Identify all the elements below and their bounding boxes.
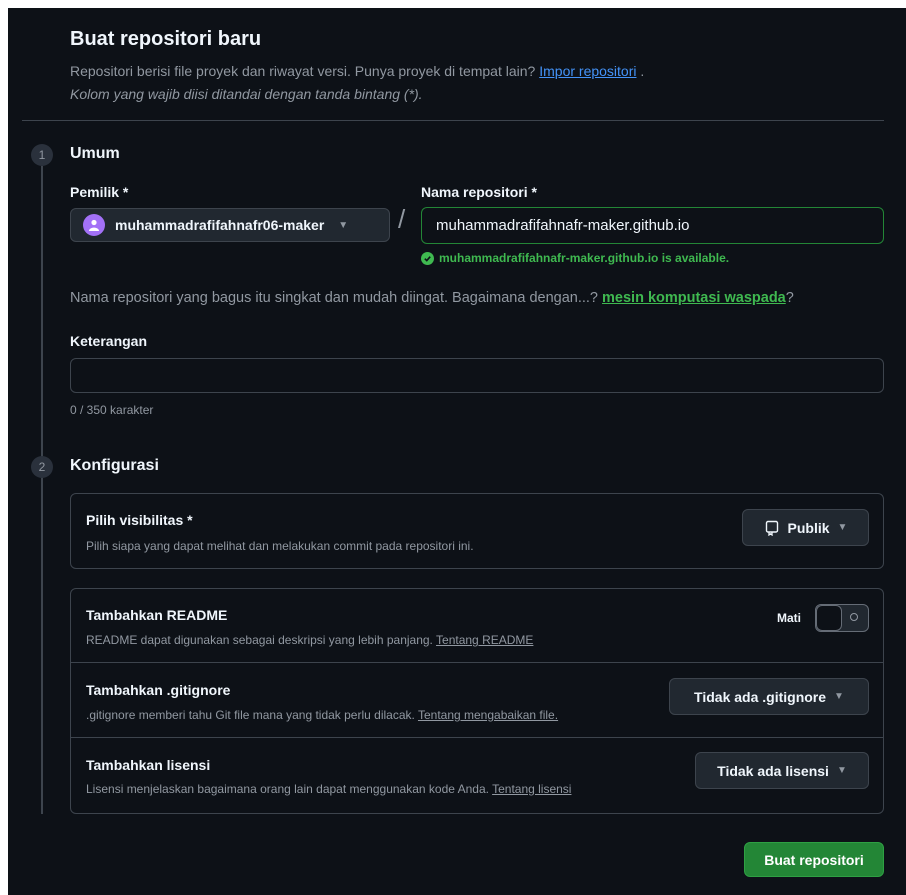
section-title-general: Umum: [70, 145, 120, 162]
row-divider: [71, 662, 883, 663]
repo-icon: [765, 520, 778, 536]
license-selected: Tidak ada lisensi: [717, 762, 829, 779]
owner-avatar: [83, 214, 105, 236]
gitignore-selected: Tidak ada .gitignore: [694, 688, 827, 705]
repo-name-value: muhammadrafifahnafr-maker.github.io: [436, 217, 690, 234]
chevron-down-icon: ▼: [837, 522, 848, 533]
header-divider: [22, 120, 884, 121]
check-circle-icon: [421, 251, 434, 265]
readme-help-link[interactable]: Tentang README: [436, 633, 533, 647]
gitignore-title: Tambahkan .gitignore: [86, 682, 231, 698]
owner-select[interactable]: muhammadrafifahnafr06-maker ▼: [70, 208, 390, 242]
required-fields-note: Kolom yang wajib diisi ditandai dengan t…: [70, 86, 423, 102]
row-divider: [71, 737, 883, 738]
hint-text: Nama repositori yang bagus itu singkat d…: [70, 290, 598, 306]
page-title: Buat repositori baru: [70, 28, 262, 50]
gitignore-description: .gitignore memberi tahu Git file mana ya…: [86, 708, 558, 722]
page-subtitle: Repositori berisi file proyek dan riwaya…: [70, 63, 644, 79]
readme-title: Tambahkan README: [86, 607, 228, 623]
visibility-selected: Publik: [787, 519, 830, 536]
chevron-down-icon: ▼: [836, 765, 847, 776]
license-help-link[interactable]: Tentang lisensi: [492, 782, 571, 796]
description-label: Keterangan: [70, 333, 148, 349]
owner-repo-separator: /: [398, 204, 406, 234]
visibility-description: Pilih siapa yang dapat melihat dan melak…: [86, 539, 474, 553]
visibility-select[interactable]: Publik ▼: [742, 509, 869, 546]
availability-text: muhammadrafifahnafr-maker.github.io is a…: [439, 251, 730, 265]
license-select[interactable]: Tidak ada lisensi ▼: [695, 752, 869, 789]
step-number-2: 2: [31, 456, 53, 478]
readme-desc-text: README dapat digunakan sebagai deskripsi…: [86, 633, 433, 647]
subtitle-text: Repositori berisi file proyek dan riwaya…: [70, 63, 536, 79]
subtitle-end: .: [640, 63, 645, 79]
step-rail: [41, 166, 43, 814]
license-desc-text: Lisensi menjelaskan bagaimana orang lain…: [86, 782, 489, 796]
toggle-knob: [816, 605, 842, 631]
owner-label: Pemilik *: [70, 184, 129, 200]
description-input[interactable]: [70, 358, 884, 393]
gitignore-select[interactable]: Tidak ada .gitignore ▼: [669, 678, 869, 715]
repo-name-input[interactable]: muhammadrafifahnafr-maker.github.io: [421, 207, 884, 244]
license-title: Tambahkan lisensi: [86, 757, 211, 773]
visibility-title: Pilih visibilitas *: [86, 512, 193, 528]
hint-suffix: ?: [785, 290, 794, 306]
repo-name-hint: Nama repositori yang bagus itu singkat d…: [70, 290, 794, 306]
chevron-down-icon: ▼: [338, 219, 349, 231]
character-counter: 0 / 350 karakter: [70, 403, 154, 417]
gitignore-help-link[interactable]: Tentang mengabaikan file.: [418, 708, 558, 722]
owner-name: muhammadrafifahnafr06-maker: [115, 217, 325, 233]
repo-name-label: Nama repositori *: [421, 184, 537, 200]
chevron-down-icon: ▼: [834, 691, 844, 702]
readme-toggle[interactable]: [815, 604, 869, 632]
name-suggestion-link[interactable]: mesin komputasi waspada: [602, 290, 786, 306]
availability-message: muhammadrafifahnafr-maker.github.io is a…: [421, 251, 729, 265]
toggle-off-icon: [850, 613, 858, 621]
import-repository-link[interactable]: Impor repositori: [539, 63, 636, 79]
section-title-configuration: Konfigurasi: [70, 457, 159, 474]
readme-description: README dapat digunakan sebagai deskripsi…: [86, 633, 533, 647]
license-description: Lisensi menjelaskan bagaimana orang lain…: [86, 782, 571, 796]
readme-toggle-state-label: Mati: [777, 611, 801, 625]
step-number-1: 1: [31, 144, 53, 166]
user-icon: [89, 219, 99, 231]
gitignore-desc-text: .gitignore memberi tahu Git file mana ya…: [86, 708, 415, 722]
create-repository-button[interactable]: Buat repositori: [744, 842, 884, 877]
